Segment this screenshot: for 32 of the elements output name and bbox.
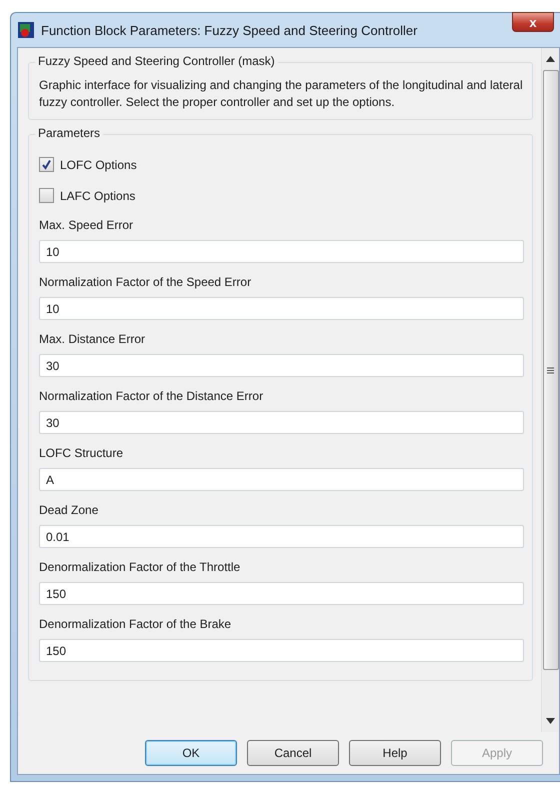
field-label: Normalization Factor of the Speed Error	[39, 274, 252, 291]
input-field[interactable]: 30	[39, 411, 524, 434]
group-title: Fuzzy Speed and Steering Controller (mask)	[35, 54, 278, 68]
checkbox[interactable]	[39, 188, 54, 203]
field-label: Max. Distance Error	[39, 331, 146, 348]
input-field[interactable]: 10	[39, 240, 524, 263]
input-field[interactable]: 0.01	[39, 525, 524, 548]
checkbox-label: LAFC Options	[60, 188, 136, 202]
window-title: Function Block Parameters: Fuzzy Speed and Steering Controller	[41, 22, 418, 38]
field-label: Dead Zone	[39, 502, 100, 519]
group-title: Parameters	[35, 126, 104, 140]
field-label: Normalization Factor of the Distance Error	[39, 388, 264, 405]
input-field[interactable]: 150	[39, 582, 524, 605]
dialog-button[interactable]: OK	[145, 740, 237, 766]
scroll-down-icon[interactable]	[546, 718, 555, 724]
field-label: Max. Speed Error	[39, 217, 134, 234]
dialog-button[interactable]: Cancel	[247, 740, 339, 766]
input-field[interactable]: A	[39, 468, 524, 491]
grip-icon	[547, 366, 554, 374]
checkbox-label: LOFC Options	[60, 158, 137, 172]
input-field[interactable]: 30	[39, 354, 524, 377]
description-text: Graphic interface for visualizing and changing the parameters of the longitudinal and lateral fuzzy controller. Select the proper controller and set up the options.	[39, 77, 524, 111]
checkbox[interactable]	[39, 157, 54, 172]
input-field[interactable]: 10	[39, 297, 524, 320]
scroll-up-icon[interactable]	[546, 56, 555, 62]
input-field[interactable]: 150	[39, 639, 524, 662]
field-label: LOFC Structure	[39, 445, 124, 462]
field-label: Denormalization Factor of the Brake	[39, 616, 232, 633]
close-button[interactable]: x	[512, 12, 554, 32]
dialog-button[interactable]: Help	[349, 740, 441, 766]
field-label: Denormalization Factor of the Throttle	[39, 559, 242, 576]
app-icon	[17, 21, 35, 39]
